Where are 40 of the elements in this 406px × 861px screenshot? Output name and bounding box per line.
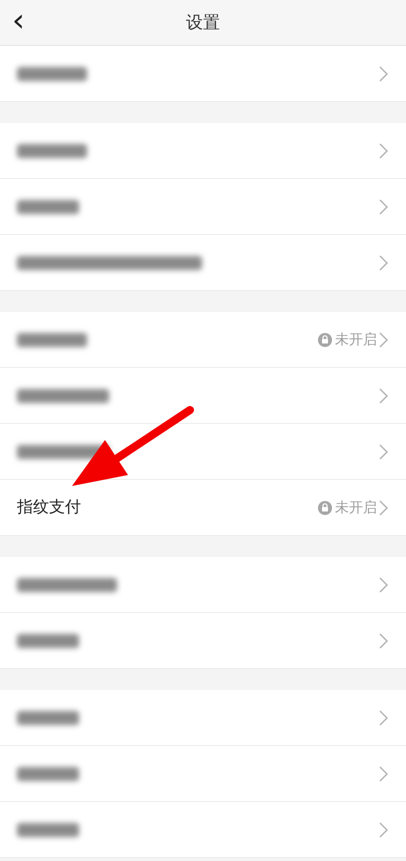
settings-row[interactable]: [0, 46, 406, 102]
blurred-label: [17, 144, 87, 158]
settings-row[interactable]: [0, 613, 406, 669]
blurred-label: [17, 332, 87, 346]
chevron-icon: [379, 632, 388, 648]
blurred-label: [17, 634, 79, 648]
chevron-icon: [379, 142, 388, 158]
settings-row[interactable]: [0, 179, 406, 235]
chevron-icon: [379, 332, 388, 348]
settings-row[interactable]: [0, 557, 406, 613]
blurred-label: [17, 822, 79, 836]
chevron-icon: [379, 822, 388, 838]
chevron-icon: [379, 388, 388, 404]
status-text: 未开启: [335, 330, 377, 348]
blurred-label: [17, 766, 79, 780]
settings-row[interactable]: [0, 690, 406, 746]
chevron-icon: [379, 766, 388, 782]
blurred-label: [17, 66, 87, 80]
lock-icon: [318, 500, 332, 514]
chevron-icon: [379, 444, 388, 460]
settings-row[interactable]: [0, 424, 406, 480]
lock-icon: [318, 332, 332, 346]
settings-row[interactable]: [0, 368, 406, 424]
chevron-icon: [379, 66, 388, 82]
chevron-icon: [379, 576, 388, 592]
blurred-label: [17, 200, 79, 214]
settings-row[interactable]: [0, 123, 406, 179]
settings-row[interactable]: [0, 235, 406, 291]
status-text: 未开启: [335, 498, 377, 516]
blurred-label: [17, 710, 79, 724]
row-label: 指纹支付: [17, 497, 81, 518]
page-title: 设置: [186, 12, 220, 34]
chevron-icon: [379, 198, 388, 214]
back-button[interactable]: ‹: [12, 4, 25, 36]
settings-row[interactable]: [0, 746, 406, 802]
chevron-icon: [379, 500, 388, 516]
chevron-icon: [379, 710, 388, 726]
settings-row[interactable]: 指纹支付 未开启: [0, 480, 406, 536]
settings-row[interactable]: [0, 802, 406, 858]
chevron-icon: [379, 254, 388, 270]
